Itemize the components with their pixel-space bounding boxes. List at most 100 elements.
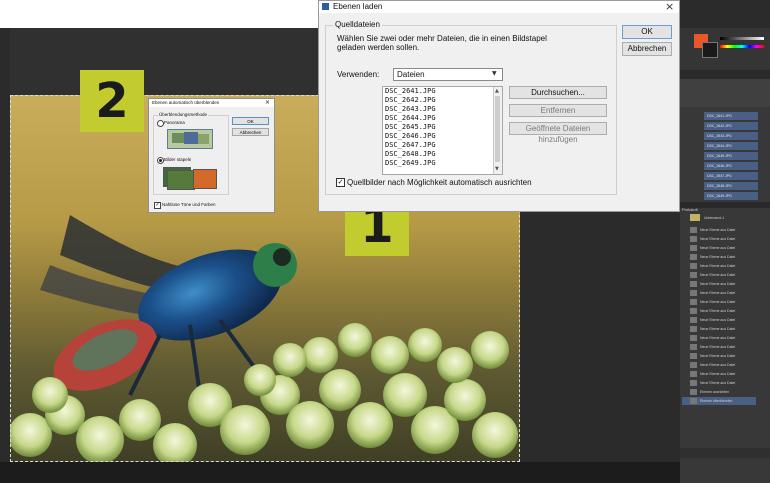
history-step-icon xyxy=(690,380,697,386)
snapshot-label: Unbenannt-1 xyxy=(704,216,725,220)
history-step-icon xyxy=(690,335,697,341)
source-files-label: Quelldateien xyxy=(333,20,382,29)
history-step[interactable]: Neue Ebene aus Datei xyxy=(682,316,756,324)
history-step[interactable]: Neue Ebene aus Datei xyxy=(682,352,756,360)
history-step-label: Neue Ebene aus Datei xyxy=(700,246,736,250)
history-step-icon xyxy=(690,263,697,269)
layer-row[interactable]: DSC_2646.JPG xyxy=(704,162,758,170)
layer-name: DSC_2648.JPG xyxy=(707,184,732,188)
auto-align-checkbox[interactable]: ✓ xyxy=(336,178,345,187)
list-item[interactable]: DSC_2648.JPG xyxy=(383,150,502,159)
history-step[interactable]: Neue Ebene aus Datei xyxy=(682,370,756,378)
close-icon[interactable]: × xyxy=(265,99,270,106)
background-color-swatch[interactable] xyxy=(702,42,718,58)
scroll-up-icon[interactable]: ▲ xyxy=(495,88,499,94)
stack-images-radio[interactable] xyxy=(157,157,164,164)
step-badge-2: 2 xyxy=(80,70,144,132)
history-step[interactable]: Neue Ebene aus Datei xyxy=(682,298,756,306)
ok-button[interactable]: OK xyxy=(622,25,672,39)
auto-blend-dialog: Ebenen automatisch überblenden × Überble… xyxy=(148,98,275,213)
blend-method-label: Überblendungsmethode xyxy=(158,112,209,117)
list-item[interactable]: DSC_2641.JPG xyxy=(383,87,502,96)
history-step[interactable]: Neue Ebene aus Datei xyxy=(682,271,756,279)
color-panel[interactable] xyxy=(680,28,770,70)
layers-panel-controls[interactable] xyxy=(680,79,770,107)
close-icon[interactable]: × xyxy=(665,0,674,13)
list-item[interactable]: DSC_2649.JPG xyxy=(383,159,502,168)
history-step-current[interactable]: Ebenen überblenden xyxy=(682,397,756,405)
browse-button[interactable]: Durchsuchen... xyxy=(509,86,607,99)
history-step[interactable]: Neue Ebene aus Datei xyxy=(682,244,756,252)
layer-row[interactable]: DSC_2647.JPG xyxy=(704,172,758,180)
layer-name: DSC_2643.JPG xyxy=(707,134,732,138)
stack-preview-result xyxy=(193,169,217,189)
history-step-icon xyxy=(690,326,697,332)
chevron-down-icon[interactable]: ▼ xyxy=(492,70,497,77)
history-step-icon xyxy=(690,290,697,296)
list-item[interactable]: DSC_2643.JPG xyxy=(383,105,502,114)
history-step-label: Neue Ebene aus Datei xyxy=(700,336,736,340)
history-step[interactable]: Neue Ebene aus Datei xyxy=(682,325,756,333)
history-step[interactable]: Neue Ebene aus Datei xyxy=(682,235,756,243)
history-step[interactable]: Neue Ebene aus Datei xyxy=(682,343,756,351)
history-step[interactable]: Neue Ebene aus Datei xyxy=(682,307,756,315)
layer-row[interactable]: DSC_2641.JPG xyxy=(704,112,758,120)
history-step-icon xyxy=(690,398,697,404)
history-step-label: Neue Ebene aus Datei xyxy=(700,273,736,277)
layer-row[interactable]: DSC_2643.JPG xyxy=(704,132,758,140)
file-list-scrollbar[interactable]: ▲ ▼ xyxy=(493,87,502,174)
remove-button[interactable]: Entfernen xyxy=(509,104,607,117)
color-slider[interactable] xyxy=(720,37,764,40)
list-item[interactable]: DSC_2646.JPG xyxy=(383,132,502,141)
list-item[interactable]: DSC_2644.JPG xyxy=(383,114,502,123)
history-step-icon xyxy=(690,362,697,368)
layer-name: DSC_2645.JPG xyxy=(707,154,732,158)
file-list[interactable]: DSC_2641.JPG DSC_2642.JPG DSC_2643.JPG D… xyxy=(382,86,503,175)
seamless-checkbox[interactable]: ✓ xyxy=(154,202,161,209)
history-step[interactable]: Ebenen ausrichten xyxy=(682,388,756,396)
history-step-label: Neue Ebene aus Datei xyxy=(700,372,736,376)
panorama-preview-tile xyxy=(184,132,198,144)
cancel-button[interactable]: Abbrechen xyxy=(232,128,269,136)
layer-row[interactable]: DSC_2648.JPG xyxy=(704,182,758,190)
history-step-icon xyxy=(690,308,697,314)
history-step-label: Neue Ebene aus Datei xyxy=(700,345,736,349)
stack-images-label: Bilder stapeln xyxy=(164,157,192,162)
use-select[interactable]: Dateien ▼ xyxy=(393,68,503,81)
layer-row[interactable]: DSC_2645.JPG xyxy=(704,152,758,160)
list-item[interactable]: DSC_2645.JPG xyxy=(383,123,502,132)
history-step[interactable]: Neue Ebene aus Datei xyxy=(682,253,756,261)
layer-row[interactable]: DSC_2649.JPG xyxy=(704,192,758,200)
layer-row[interactable]: DSC_2642.JPG xyxy=(704,122,758,130)
history-step-label: Neue Ebene aus Datei xyxy=(700,264,736,268)
add-open-files-button[interactable]: Geöffnete Dateien hinzufügen xyxy=(509,122,607,144)
history-step[interactable]: Neue Ebene aus Datei xyxy=(682,289,756,297)
history-step[interactable]: Neue Ebene aus Datei xyxy=(682,262,756,270)
scrollbar-thumb[interactable] xyxy=(495,96,500,162)
history-step[interactable]: Neue Ebene aus Datei xyxy=(682,361,756,369)
list-item[interactable]: DSC_2642.JPG xyxy=(383,96,502,105)
history-snapshot[interactable]: Unbenannt-1 xyxy=(682,214,756,222)
instruction-text-line1: Wählen Sie zwei oder mehr Dateien, die i… xyxy=(337,34,547,43)
history-step[interactable]: Neue Ebene aus Datei xyxy=(682,334,756,342)
history-panel-footer[interactable] xyxy=(680,448,770,458)
layers-panel-tabs[interactable] xyxy=(680,70,770,79)
history-step-label: Neue Ebene aus Datei xyxy=(700,354,736,358)
list-item[interactable]: DSC_2647.JPG xyxy=(383,141,502,150)
history-step-icon xyxy=(690,371,697,377)
ok-button[interactable]: OK xyxy=(232,117,269,125)
cancel-button[interactable]: Abbrechen xyxy=(622,42,672,56)
layer-name: DSC_2642.JPG xyxy=(707,124,732,128)
history-step-label: Neue Ebene aus Datei xyxy=(700,282,736,286)
history-step-icon xyxy=(690,227,697,233)
panorama-radio[interactable] xyxy=(157,120,164,127)
history-step[interactable]: Neue Ebene aus Datei xyxy=(682,226,756,234)
layer-row[interactable]: DSC_2644.JPG xyxy=(704,142,758,150)
auto-blend-title: Ebenen automatisch überblenden xyxy=(152,100,220,105)
history-step[interactable]: Neue Ebene aus Datei xyxy=(682,379,756,387)
history-step[interactable]: Neue Ebene aus Datei xyxy=(682,280,756,288)
history-step-icon xyxy=(690,299,697,305)
layer-name: DSC_2644.JPG xyxy=(707,144,732,148)
scroll-down-icon[interactable]: ▼ xyxy=(495,166,499,172)
hue-slider[interactable] xyxy=(720,45,764,48)
